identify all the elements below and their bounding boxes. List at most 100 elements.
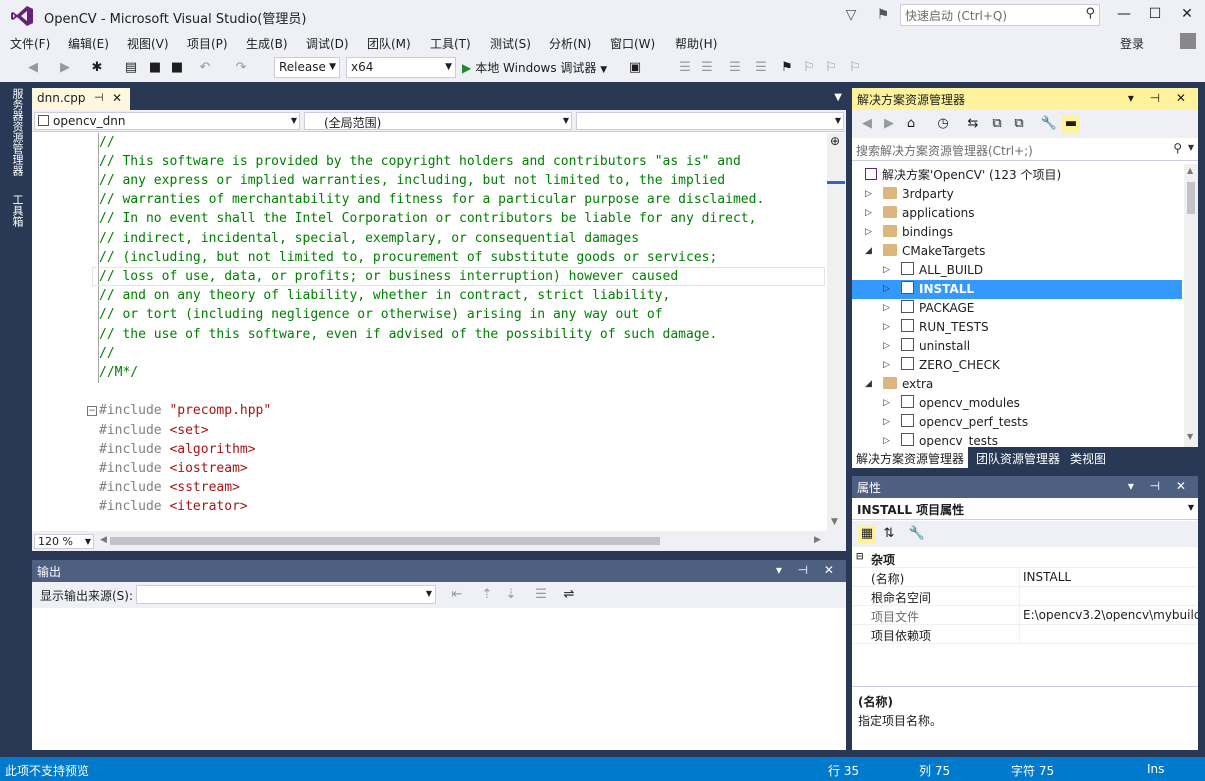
pending-changes-icon[interactable]: ◷ [934,115,952,133]
collapse-icon[interactable]: ◢ [865,379,872,389]
tab-team-explorer[interactable]: 团队资源管理器 [972,447,1064,468]
scroll-up-icon[interactable]: ▲ [1187,166,1193,175]
menu-view[interactable]: 视图(V) [127,35,169,52]
property-row[interactable]: (名称) INSTALL [852,568,1198,587]
menu-window[interactable]: 窗口(W) [610,35,655,52]
forward-icon[interactable]: ▶ [880,115,898,133]
solution-search-input[interactable]: 搜索解决方案资源管理器(Ctrl+;) ⚲ ▼ [852,139,1198,161]
word-wrap-icon[interactable]: ⇌ [560,586,578,604]
scroll-down-icon[interactable]: ▼ [1187,432,1193,441]
project-select[interactable]: opencv_dnn ▼ [34,112,300,130]
property-pages-icon[interactable]: 🔧 [908,525,926,543]
tree-node-all-build[interactable]: ALL_BUILD [901,261,983,280]
prev-bookmark-icon[interactable]: ⚐ [800,59,818,77]
sync-icon[interactable]: ⇆ [964,115,982,133]
feedback-filter-icon[interactable]: ▽ [842,6,860,24]
expand-icon[interactable]: ▷ [883,284,890,294]
close-button[interactable]: ✕ [1173,4,1201,24]
split-icon[interactable]: ⊕ [830,134,840,148]
home-icon[interactable]: ⌂ [902,115,920,133]
comment-icon[interactable]: ☰ [726,59,744,77]
previous-message-icon[interactable]: ⇡ [478,586,496,604]
tree-node-applications[interactable]: applications [883,204,974,223]
solution-platform-select[interactable]: x64 ▼ [346,57,456,78]
panel-header-icons[interactable]: ▾ ⊣ ✕ [776,563,840,577]
editor-vertical-scrollbar[interactable]: ⊕ ▼ [827,133,846,531]
outdent-icon[interactable]: ☰ [698,59,716,77]
properties-wrench-icon[interactable]: 🔧 [1040,115,1058,133]
collapse-all-icon[interactable]: ⧉ [988,115,1006,133]
expand-icon[interactable]: ▷ [883,303,890,313]
categorized-icon[interactable]: ▦ [858,525,876,543]
scroll-down-icon[interactable]: ▼ [831,517,838,527]
start-debugging-button[interactable]: ▶ 本地 Windows 调试器 ▼ [462,59,607,76]
undo-icon[interactable]: ↶ [196,59,214,77]
panel-header-icons[interactable]: ▾ ⊣ ✕ [1128,91,1192,105]
toolbox-tab[interactable]: 工具箱 [9,194,25,227]
expand-icon[interactable]: ▷ [883,398,890,408]
minimize-button[interactable]: — [1110,4,1138,24]
go-to-line-icon[interactable]: ⇤ [448,586,466,604]
back-icon[interactable]: ◀ [24,59,42,77]
properties-object-select[interactable]: INSTALL 项目属性 ▼ [852,498,1198,520]
save-all-icon[interactable]: ■ [168,59,186,77]
bookmark-icon[interactable]: ⚑ [778,59,796,77]
expand-icon[interactable]: ▷ [883,341,890,351]
code-area[interactable]: − // // This software is provided by the… [32,133,827,531]
output-source-select[interactable]: ▼ [136,585,436,604]
property-value[interactable]: E:\opencv3.2\opencv\mybuild\ [1023,608,1198,622]
menu-file[interactable]: 文件(F) [10,35,50,52]
find-icon[interactable]: ▣ [626,59,644,77]
menu-tools[interactable]: 工具(T) [430,35,471,52]
pin-icon[interactable]: ⊣ [94,91,104,104]
menu-project[interactable]: 项目(P) [187,35,228,52]
tree-node-extra[interactable]: extra [883,375,933,394]
alphabetical-icon[interactable]: ⇅ [880,525,898,543]
scroll-left-icon[interactable]: ◀ [100,535,107,545]
avatar[interactable] [1180,33,1196,49]
expand-icon[interactable]: ▷ [883,265,890,275]
redo-icon[interactable]: ↷ [232,59,250,77]
tab-dnn-cpp[interactable]: dnn.cpp ⊣ ✕ [32,88,130,110]
expand-icon[interactable]: ▷ [865,189,872,199]
scope-select[interactable]: (全局范围) ▼ [304,112,572,130]
open-file-icon[interactable]: ▤ [122,59,140,77]
tree-node-3rdparty[interactable]: 3rdparty [883,185,954,204]
server-explorer-tab[interactable]: 服务器资源管理器 [9,88,25,176]
collapse-icon[interactable]: ◢ [865,246,872,256]
property-row[interactable]: 项目文件 E:\opencv3.2\opencv\mybuild\ [852,606,1198,625]
tree-node-zero-check[interactable]: ZERO_CHECK [901,356,1000,375]
tree-node-install[interactable]: INSTALL [901,280,974,299]
menu-edit[interactable]: 编辑(E) [68,35,109,52]
notifications-icon[interactable]: ⚑ [874,6,892,24]
tree-scroll-thumb[interactable] [1187,182,1195,214]
solution-config-select[interactable]: Release ▼ [274,57,340,78]
tree-node-opencv-perf-tests[interactable]: opencv_perf_tests [901,413,1028,432]
scroll-right-icon[interactable]: ▶ [814,535,821,545]
menu-test[interactable]: 测试(S) [490,35,531,52]
save-icon[interactable]: ■ [146,59,164,77]
close-icon[interactable]: ✕ [112,91,122,105]
chevron-down-icon[interactable]: ▼ [834,92,842,103]
menu-debug[interactable]: 调试(D) [306,35,349,52]
tree-node-cmaketargets[interactable]: CMakeTargets [883,242,985,261]
tab-solution-explorer[interactable]: 解决方案资源管理器 [852,447,969,468]
maximize-button[interactable]: ☐ [1141,4,1169,24]
property-value[interactable]: INSTALL [1023,570,1198,584]
tree-node-package[interactable]: PACKAGE [901,299,974,318]
tree-node-bindings[interactable]: bindings [883,223,953,242]
sign-in-link[interactable]: 登录 [1120,35,1144,52]
expand-icon[interactable]: ▷ [883,322,890,332]
preview-selected-icon[interactable]: ▬ [1062,115,1080,133]
tab-class-view[interactable]: 类视图 [1066,447,1110,468]
expand-icon[interactable]: ▷ [883,360,890,370]
next-bookmark-icon[interactable]: ⚐ [822,59,840,77]
indent-icon[interactable]: ☰ [676,59,694,77]
clear-all-icon[interactable]: ☰ [532,586,550,604]
menu-analyze[interactable]: 分析(N) [549,35,591,52]
menu-team[interactable]: 团队(M) [367,35,411,52]
expand-icon[interactable]: ▷ [865,227,872,237]
property-row[interactable]: 项目依赖项 [852,625,1198,644]
uncomment-icon[interactable]: ☰ [752,59,770,77]
quick-launch-input[interactable]: 快速启动 (Ctrl+Q) ⚲ [900,4,1100,26]
